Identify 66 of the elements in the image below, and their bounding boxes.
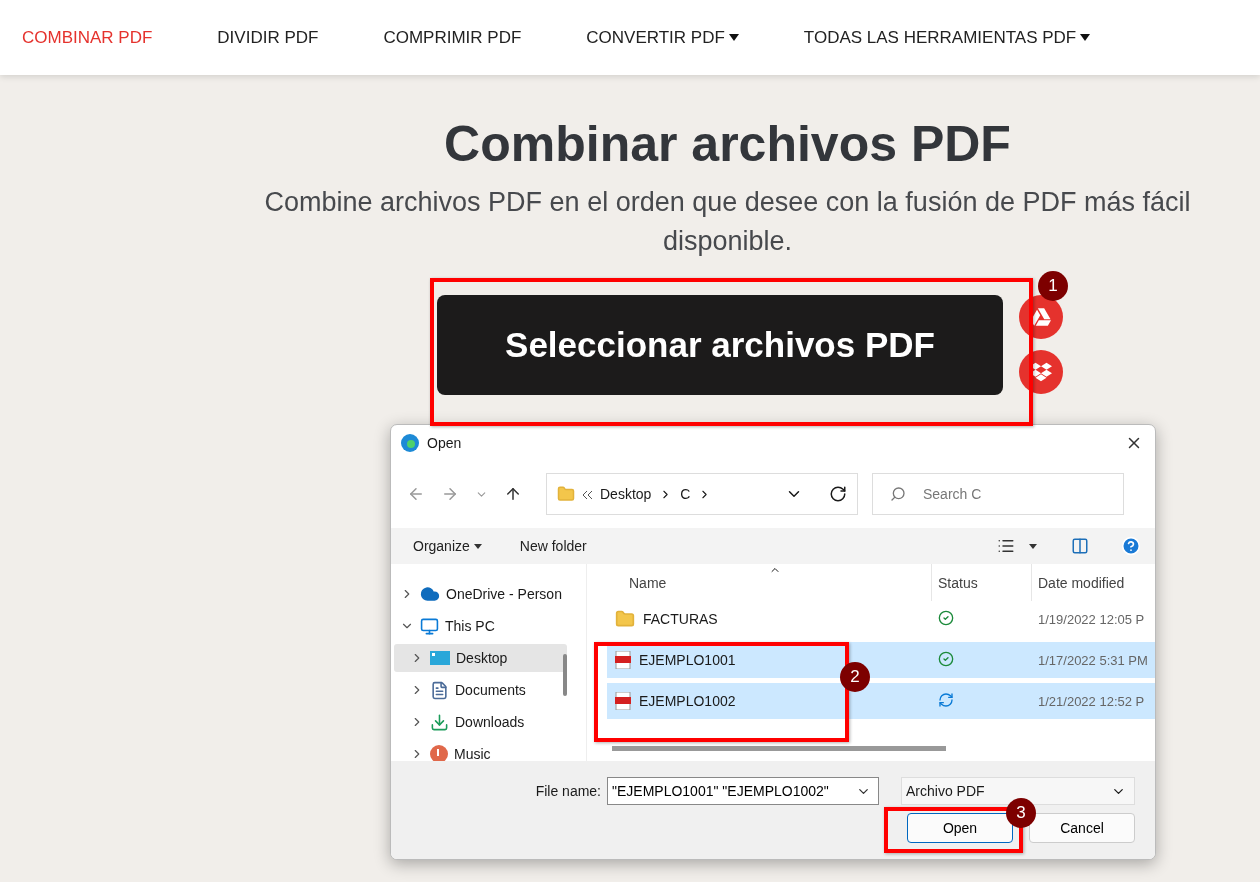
select-files-button[interactable]: Seleccionar archivos PDF (437, 295, 1003, 395)
dialog-button[interactable]: Cancel (1029, 813, 1135, 843)
date-cell-text: 1/17/2022 5:31 PM (1037, 652, 1149, 668)
page-title: Combinar archivos PDF (444, 115, 1011, 173)
file-type-select[interactable]: Archivo PDF (901, 777, 1135, 805)
help-icon[interactable] (1119, 534, 1143, 558)
date-cell-text: 1/19/2022 12:05 P (1037, 611, 1146, 627)
nav-link[interactable]: CONVERTIR PDF (586, 27, 739, 48)
breadcrumb-item[interactable]: C (680, 486, 691, 502)
dropbox-upload-button[interactable] (1019, 350, 1063, 394)
nav-link[interactable]: COMBINAR PDF (22, 27, 153, 48)
scrollbar-thumb[interactable] (563, 654, 567, 696)
column-header[interactable]: Name (607, 564, 932, 601)
file-row[interactable]: FACTURAS 1/19/2022 12:05 P (607, 601, 1155, 637)
sidebar-label: Downloads (455, 714, 525, 730)
column-header[interactable]: Date modified (1032, 564, 1155, 601)
address-bar[interactable]: Desktop C (546, 473, 858, 515)
file-name: EJEMPLO1002 (639, 693, 736, 709)
search-field[interactable]: Search C (872, 473, 1124, 515)
file-name-label: File name: (535, 783, 601, 799)
scrollbar-thumb[interactable] (612, 746, 946, 751)
sidebar-item[interactable]: Music (394, 740, 567, 761)
file-name-field[interactable]: "EJEMPLO1001" "EJEMPLO1002" (607, 777, 879, 805)
music-icon (430, 745, 448, 761)
caret-icon (473, 543, 482, 549)
sidebar-item[interactable]: OneDrive - Person (394, 580, 567, 608)
monitor-icon (420, 616, 439, 636)
desktop-icon (430, 650, 450, 666)
column-header[interactable]: Status (932, 564, 1032, 601)
date-cell-text: 1/21/2022 12:52 P (1037, 693, 1146, 709)
dropbox-icon (1030, 361, 1052, 383)
sidebar-item[interactable]: This PC (394, 612, 567, 640)
sidebar-item[interactable]: Downloads (394, 708, 567, 736)
sidebar-label: This PC (445, 618, 495, 634)
sidebar-label: OneDrive - Person (446, 586, 562, 602)
download-icon (430, 712, 449, 732)
document-icon (430, 680, 449, 700)
refresh-icon[interactable] (829, 485, 847, 503)
file-row[interactable]: EJEMPLO1002 1/21/2022 12:52 P (607, 683, 1155, 719)
drive-icon (1031, 307, 1051, 327)
nav-link[interactable]: TODAS LAS HERRAMIENTAS PDF (803, 27, 1091, 48)
page-subtitle: Combine archivos PDF en el orden que desee con la fusión de PDF más fácil disponible. (263, 186, 1192, 258)
dialog-button[interactable]: Open (907, 813, 1013, 843)
file-name: EJEMPLO1001 (639, 652, 736, 668)
sidebar-label: Music (454, 746, 491, 761)
caret-icon[interactable] (1027, 541, 1039, 551)
pdf-file-icon (615, 692, 631, 710)
breadcrumb-item[interactable]: Desktop (600, 486, 652, 502)
browser-logo-icon (401, 434, 419, 452)
sidebar-label: Desktop (456, 650, 508, 666)
toolbar-button[interactable]: Organize (403, 534, 492, 558)
folder-icon (615, 609, 635, 629)
nav-link[interactable]: COMPRIMIR PDF (383, 27, 522, 48)
dialog-title: Open (427, 435, 463, 451)
sidebar-item[interactable]: Desktop (394, 644, 567, 672)
toolbar-button[interactable]: New folder (509, 534, 597, 558)
forward-arrow-icon (441, 485, 459, 503)
cloud-icon (420, 584, 440, 604)
step-badge: 1 (1038, 271, 1068, 301)
file-name: FACTURAS (643, 611, 718, 627)
search-icon (890, 486, 906, 502)
sidebar-item[interactable]: Documents (394, 676, 567, 704)
nav-link[interactable]: DIVIDIR PDF (217, 27, 319, 48)
pdf-file-icon (615, 651, 631, 669)
sidebar-label: Documents (455, 682, 526, 698)
folder-icon (557, 485, 575, 503)
